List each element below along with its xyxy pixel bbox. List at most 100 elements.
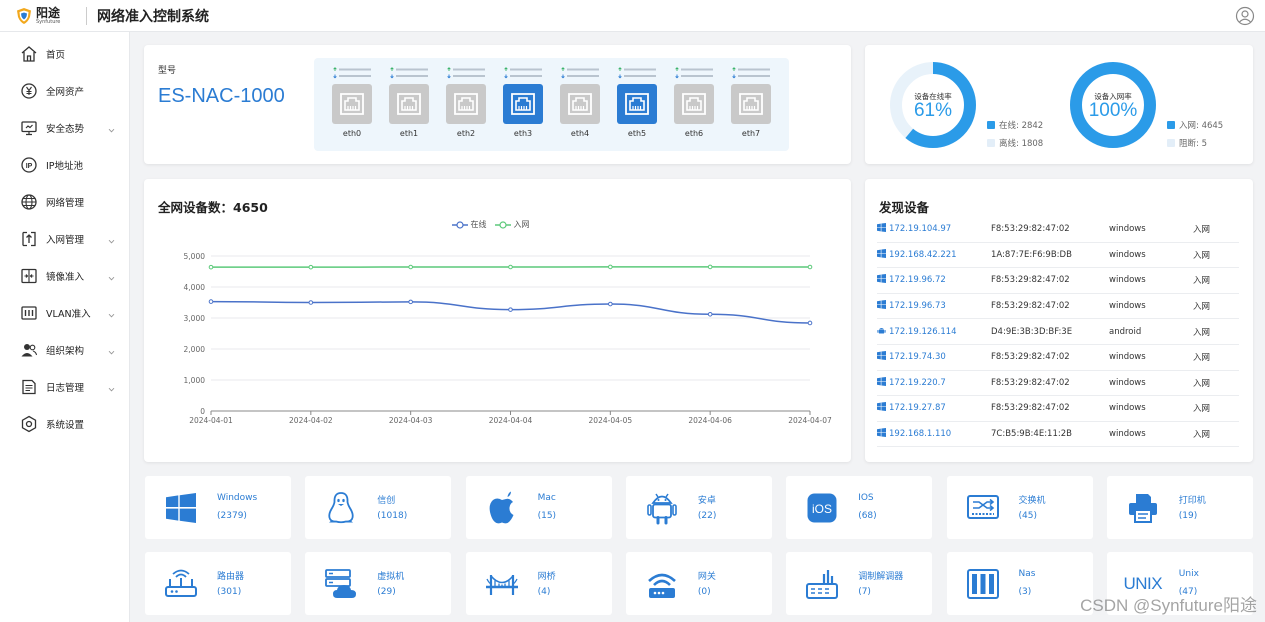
port-eth2[interactable]: eth2: [446, 58, 486, 151]
device-type-tile[interactable]: 打印机 (19): [1106, 476, 1253, 539]
device-type-tile[interactable]: 安卓 (22): [625, 476, 772, 539]
device-ip-cell[interactable]: 192.168.42.221: [877, 248, 991, 261]
switch-icon: [965, 490, 1001, 526]
table-row[interactable]: 172.19.220.7 F8:53:29:82:47:02 windows 入网: [877, 371, 1239, 397]
device-type-name: 网桥: [537, 572, 556, 582]
svg-text:IP: IP: [26, 162, 33, 169]
yen-icon: [20, 82, 38, 100]
device-ip-cell[interactable]: 172.19.27.87: [877, 402, 991, 414]
device-type-tile[interactable]: 路由器 (301): [145, 552, 291, 615]
device-ip-cell[interactable]: 172.19.126.114: [877, 326, 991, 338]
sidebar-item-6[interactable]: 镜像准入: [0, 257, 129, 294]
table-row[interactable]: 172.19.96.72 F8:53:29:82:47:02 windows 入网: [877, 268, 1239, 294]
table-row[interactable]: 172.19.126.114 D4:9E:3B:3D:BF:3E android 入网: [877, 319, 1239, 345]
port-panel: eth0 eth1 eth2 eth3 eth4 eth5 eth6 eth7: [314, 58, 789, 151]
device-ip-cell[interactable]: 172.19.96.73: [877, 300, 991, 312]
device-os: android: [1109, 326, 1142, 337]
device-ip-cell[interactable]: 172.19.74.30: [877, 351, 991, 363]
sidebar-item-1[interactable]: 全网资产: [0, 72, 129, 109]
top-header: 阳途 Synfuture 网络准入控制系统: [0, 0, 1265, 32]
table-row[interactable]: 172.19.74.30 F8:53:29:82:47:02 windows 入网: [877, 345, 1239, 371]
device-ip: 192.168.1.110: [889, 429, 952, 440]
windows-icon: [877, 351, 889, 363]
sidebar-item-9[interactable]: 日志管理: [0, 368, 129, 405]
device-type-tile[interactable]: Windows (2379): [145, 476, 291, 539]
port-traffic-indicator: [561, 67, 599, 79]
sidebar-item-label: 组织架构: [46, 345, 85, 357]
router-icon: [163, 566, 199, 602]
device-type-tile[interactable]: 调制解调器 (7): [786, 552, 933, 615]
device-ip-cell[interactable]: 172.19.96.72: [877, 274, 991, 286]
mirror-icon: [20, 267, 38, 285]
port-eth7[interactable]: eth7: [731, 58, 771, 151]
port-eth4[interactable]: eth4: [560, 58, 600, 151]
sidebar-item-7[interactable]: VLAN准入: [0, 294, 129, 331]
device-type-count: (0): [697, 587, 711, 597]
table-row[interactable]: 172.19.96.73 F8:53:29:82:47:02 windows 入网: [877, 294, 1239, 320]
port-eth1[interactable]: eth1: [389, 58, 429, 151]
online-count: 在线: 2842: [999, 121, 1044, 131]
sidebar-item-8[interactable]: 组织架构: [0, 331, 129, 368]
device-type-count: (45): [1018, 511, 1037, 521]
device-type-tile[interactable]: 网关 (0): [625, 552, 772, 615]
device-mac: F8:53:29:82:47:02: [991, 377, 1070, 388]
device-status: 入网: [1193, 404, 1211, 415]
x-tick-label: 2024-04-05: [589, 416, 633, 425]
sidebar-item-5[interactable]: 入网管理: [0, 220, 129, 257]
device-type-tile[interactable]: 网桥 (4): [465, 552, 612, 615]
sidebar-item-4[interactable]: 网络管理: [0, 183, 129, 220]
y-tick-label: 4,000: [184, 283, 206, 292]
modem-icon: [804, 566, 840, 602]
sidebar-item-3[interactable]: IP IP地址池: [0, 146, 129, 183]
model-value: ES-NAC-1000: [158, 85, 285, 107]
port-eth6[interactable]: eth6: [674, 58, 714, 151]
sidebar-item-label: 首页: [46, 49, 66, 61]
device-status: 入网: [1193, 430, 1211, 441]
offline-count: 离线: 1808: [999, 139, 1044, 149]
device-type-name: 调制解调器: [858, 572, 904, 582]
device-ip-cell[interactable]: 172.19.104.97: [877, 223, 991, 235]
series-point-0: [308, 300, 314, 305]
table-row[interactable]: 192.168.1.110 7C:B5:9B:4E:11:2B windows 入网: [877, 422, 1239, 448]
device-type-tile[interactable]: 虚拟机 (29): [305, 552, 452, 615]
table-row[interactable]: 172.19.104.97 F8:53:29:82:47:02 windows 入网: [877, 217, 1239, 243]
x-tick-label: 2024-04-06: [688, 416, 732, 425]
device-mac: D4:9E:3B:3D:BF:3E: [991, 326, 1073, 337]
device-type-name: 安卓: [697, 496, 716, 506]
device-type-tile[interactable]: iOS IOS (68): [786, 476, 933, 539]
device-ip-cell[interactable]: 172.19.220.7: [877, 376, 991, 389]
sidebar-item-0[interactable]: 首页: [0, 35, 129, 72]
table-row[interactable]: 192.168.42.221 1A:87:7E:F6:9B:DB windows 入网: [877, 243, 1239, 269]
users-icon: [20, 341, 38, 359]
port-eth0[interactable]: eth0: [332, 58, 372, 151]
device-type-tile[interactable]: 交换机 (45): [946, 476, 1093, 539]
log-icon: [20, 378, 38, 396]
ethernet-port-icon: [332, 84, 372, 124]
devices-chart-card: 全网设备数：4650 在线 入网 0 1,000 2,000 3,000 4,000 5,…: [144, 179, 851, 462]
sidebar-item-2[interactable]: 安全态势: [0, 109, 129, 146]
ip-icon: IP: [20, 156, 38, 174]
device-type-name: 交换机: [1018, 496, 1046, 506]
device-type-tile[interactable]: Mac (15): [465, 476, 612, 539]
sidebar-item-label: VLAN准入: [46, 308, 91, 320]
device-type-tile[interactable]: Nas (3): [946, 552, 1093, 615]
windows-icon: [877, 274, 889, 286]
access-count: 入网: 4645: [1179, 121, 1224, 131]
windows-icon: [163, 490, 199, 526]
user-avatar-icon[interactable]: [1235, 6, 1255, 26]
device-mac: F8:53:29:82:47:02: [991, 403, 1070, 414]
sidebar-item-10[interactable]: 系统设置: [0, 405, 129, 442]
port-eth3[interactable]: eth3: [503, 58, 543, 151]
device-type-count: (2379): [217, 511, 247, 521]
gateway-icon: [644, 566, 680, 602]
device-type-count: (22): [697, 511, 717, 521]
table-row[interactable]: 172.19.27.87 F8:53:29:82:47:02 windows 入网: [877, 396, 1239, 422]
logo[interactable]: 阳途 Synfuture: [16, 7, 76, 25]
header-divider: [86, 6, 87, 25]
series-point-0: [608, 301, 613, 307]
series-point-1: [508, 264, 513, 270]
port-traffic-indicator: [390, 67, 428, 79]
device-ip-cell[interactable]: 192.168.1.110: [877, 428, 991, 440]
port-eth5[interactable]: eth5: [617, 58, 657, 151]
device-type-tile[interactable]: 信创 (1018): [305, 476, 452, 539]
